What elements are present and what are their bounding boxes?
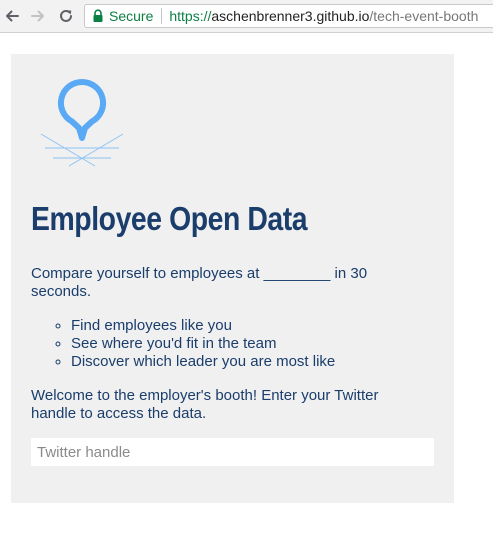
arrow-left-icon bbox=[6, 10, 19, 22]
url-scheme: https:// bbox=[169, 8, 212, 24]
twitter-handle-input[interactable] bbox=[31, 438, 434, 466]
booth-card: Employee Open Data Compare yourself to e… bbox=[11, 54, 454, 503]
feature-list: Find employees like you See where you'd … bbox=[31, 317, 335, 371]
address-bar[interactable]: Secure https://aschenbrenner3.github.io /… bbox=[84, 4, 493, 28]
list-item: Find employees like you bbox=[71, 317, 335, 335]
intro-text: Compare yourself to employees at _______… bbox=[31, 265, 368, 300]
reload-icon bbox=[60, 9, 72, 22]
forward-button[interactable] bbox=[29, 7, 47, 25]
url-path: /tech-event-booth bbox=[369, 8, 479, 24]
map-pin-icon bbox=[40, 78, 124, 167]
page-title: Employee Open Data bbox=[31, 200, 308, 237]
browser-toolbar: Secure https://aschenbrenner3.github.io /… bbox=[0, 0, 493, 33]
lock-icon bbox=[93, 9, 103, 22]
reload-button[interactable] bbox=[57, 7, 75, 25]
list-item: See where you'd fit in the team bbox=[71, 335, 335, 353]
list-item: Discover which leader you are most like bbox=[71, 353, 335, 371]
arrow-right-icon bbox=[31, 10, 44, 22]
back-button[interactable] bbox=[3, 7, 21, 25]
welcome-text: Welcome to the employer's booth! Enter y… bbox=[31, 387, 379, 422]
address-divider bbox=[161, 8, 163, 24]
url-host: aschenbrenner3.github.io bbox=[211, 8, 370, 24]
secure-label: Secure bbox=[109, 8, 154, 24]
